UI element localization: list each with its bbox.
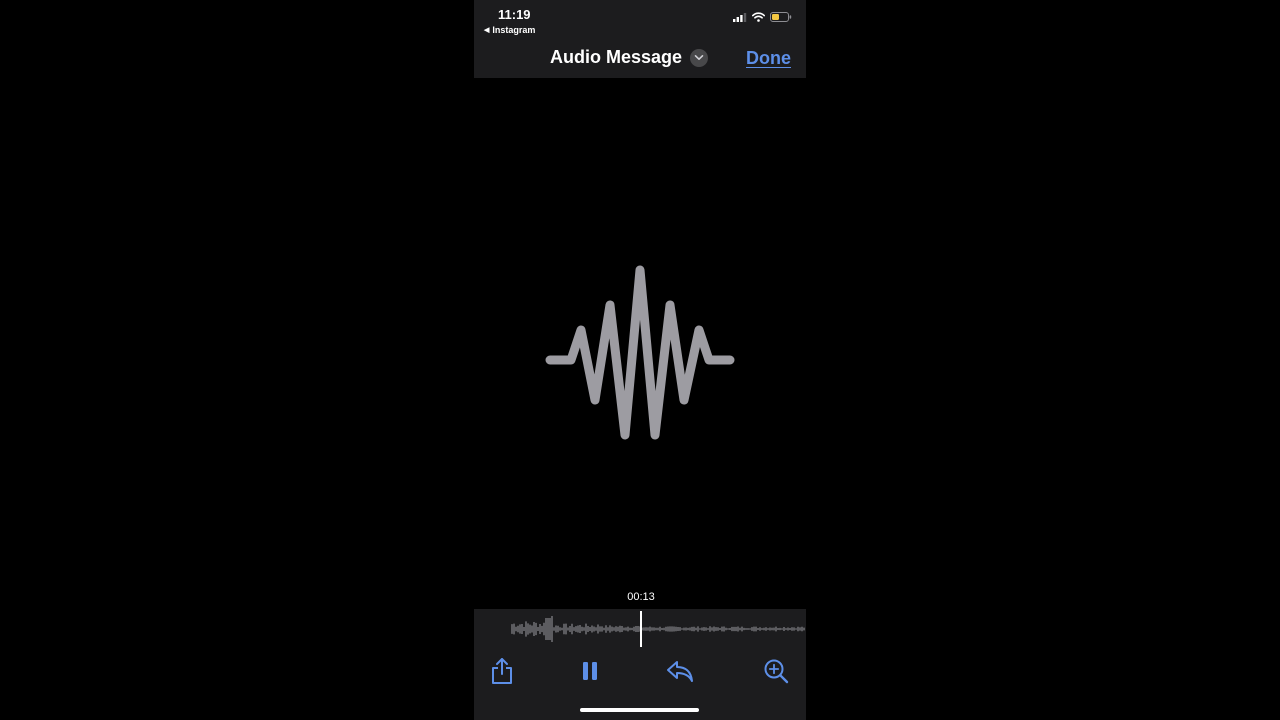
reply-icon [667, 661, 693, 682]
title-menu[interactable]: Audio Message [550, 47, 709, 68]
chevron-down-icon[interactable] [690, 48, 709, 67]
battery-icon [770, 12, 792, 22]
nav-bar: Audio Message Done [474, 40, 806, 78]
status-icons [733, 12, 792, 22]
signal-icon [733, 12, 747, 22]
back-arrow-icon: ◀ [484, 27, 490, 34]
share-icon [492, 658, 512, 684]
page-title: Audio Message [550, 47, 683, 67]
phone-screen: 11:19 ◀ Instagram Audio Message Done 00:… [474, 0, 806, 720]
status-time: 11:19 [498, 7, 531, 22]
share-button[interactable] [488, 657, 516, 685]
done-button[interactable]: Done [746, 48, 791, 69]
wifi-icon [752, 12, 765, 22]
zoom-in-icon [764, 659, 789, 684]
reply-button[interactable] [666, 657, 694, 685]
playback-time: 00:13 [627, 591, 655, 603]
back-to-instagram-link[interactable]: ◀ Instagram [484, 25, 535, 35]
playhead[interactable] [640, 611, 642, 647]
status-bar: 11:19 ◀ Instagram [474, 0, 806, 40]
pause-icon [583, 662, 597, 680]
back-link-label: Instagram [492, 25, 536, 35]
home-indicator [580, 708, 699, 712]
player-panel [474, 609, 806, 720]
zoom-button[interactable] [762, 657, 790, 685]
pause-button[interactable] [576, 657, 604, 685]
waveform-icon [544, 262, 736, 449]
